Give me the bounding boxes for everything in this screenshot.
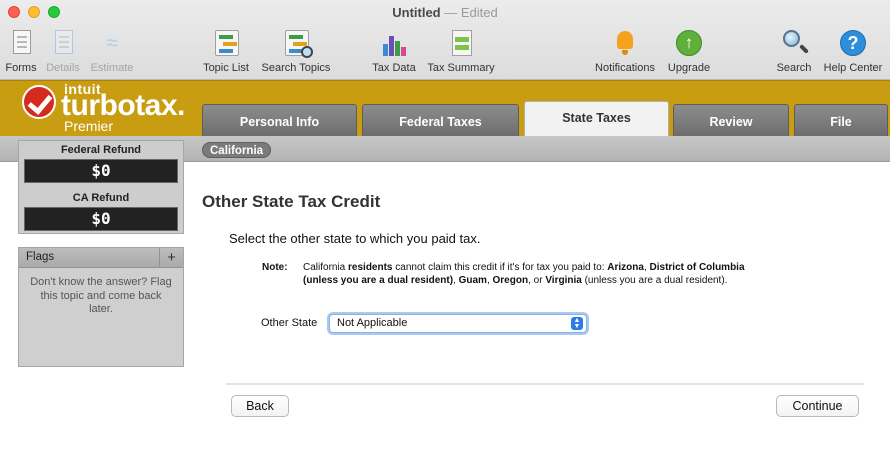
flags-hint: Don't know the answer? Flag this topic a… [30,276,172,315]
content-divider [226,383,864,385]
window-title: Untitled — Edited [0,5,890,20]
details-label: Details [46,62,80,74]
topic-list-button[interactable]: Topic List [199,28,253,74]
document-name: Untitled [392,5,441,20]
notifications-button[interactable]: Notifications [589,28,661,74]
note-label: Note: [262,262,288,273]
tax-summary-icon [446,28,476,58]
refund-meter-panel: Federal Refund $0 CA Refund $0 [18,140,184,234]
search-label: Search [776,62,812,74]
tab-file[interactable]: File [794,104,888,137]
search-topics-button[interactable]: Search Topics [257,28,335,74]
back-button[interactable]: Back [231,395,289,417]
upgrade-label: Upgrade [667,62,711,74]
help-center-label: Help Center [823,62,883,74]
flags-header: Flags + [19,248,183,268]
details-button[interactable]: Details [44,28,82,74]
forms-label: Forms [5,62,37,74]
tab-federal-taxes[interactable]: Federal Taxes [362,104,519,137]
add-flag-button[interactable]: + [159,248,183,267]
help-center-button[interactable]: ? Help Center [819,28,887,74]
tax-summary-label: Tax Summary [427,62,495,74]
upgrade-arrow-icon: ↑ [674,28,704,58]
federal-refund-label: Federal Refund [60,144,142,156]
continue-button[interactable]: Continue [776,395,859,417]
brand-header: intuit turbotax. Premier Personal Info F… [0,80,890,137]
tax-data-icon [379,28,409,58]
topic-list-label: Topic List [203,62,249,74]
search-button[interactable]: Search [774,28,814,74]
tab-personal-info[interactable]: Personal Info [202,104,357,137]
details-icon [48,28,78,58]
magnifier-icon [779,28,809,58]
turbotax-checkmark-logo-icon [22,85,56,119]
forms-button[interactable]: Forms [2,28,40,74]
forms-icon [6,28,36,58]
search-topics-icon [281,28,313,58]
estimate-button[interactable]: ≈ Estimate [88,28,136,75]
topic-list-icon [211,28,241,58]
estimate-icon: ≈ [105,30,119,55]
title-separator: — [444,5,458,20]
other-state-label: Other State [261,317,318,329]
tax-data-label: Tax Data [372,62,416,74]
other-state-select[interactable]: Not Applicable ▲ ▼ [329,314,587,333]
logo-edition: Premier [64,118,114,134]
flags-title: Flags [26,251,55,263]
page-title: Other State Tax Credit [202,192,381,211]
estimate-label: Estimate [90,62,134,74]
other-state-selected-value: Not Applicable [337,317,408,329]
federal-refund-value: $0 [24,159,178,183]
breadcrumb-state-pill[interactable]: California [202,142,272,158]
state-refund-value: $0 [24,207,178,231]
bell-icon [610,28,640,58]
search-topics-label: Search Topics [261,62,331,74]
upgrade-button[interactable]: ↑ Upgrade [665,28,713,74]
title-bar: Untitled — Edited Forms Details ≈ Estima… [0,0,890,80]
tax-summary-button[interactable]: Tax Summary [424,28,498,74]
instruction-text: Select the other state to which you paid… [229,231,481,246]
notifications-label: Notifications [595,62,655,74]
state-refund-label: CA Refund [72,192,130,204]
tax-data-button[interactable]: Tax Data [370,28,418,74]
note-text: California residents cannot claim this c… [303,262,745,286]
select-chevron-icon: ▲ ▼ [571,317,583,330]
flags-panel: Flags + Don't know the answer? Flag this… [18,247,184,367]
document-status: Edited [460,5,498,20]
help-icon: ? [838,28,868,58]
tab-review[interactable]: Review [673,104,789,137]
tab-state-taxes[interactable]: State Taxes [524,101,669,137]
